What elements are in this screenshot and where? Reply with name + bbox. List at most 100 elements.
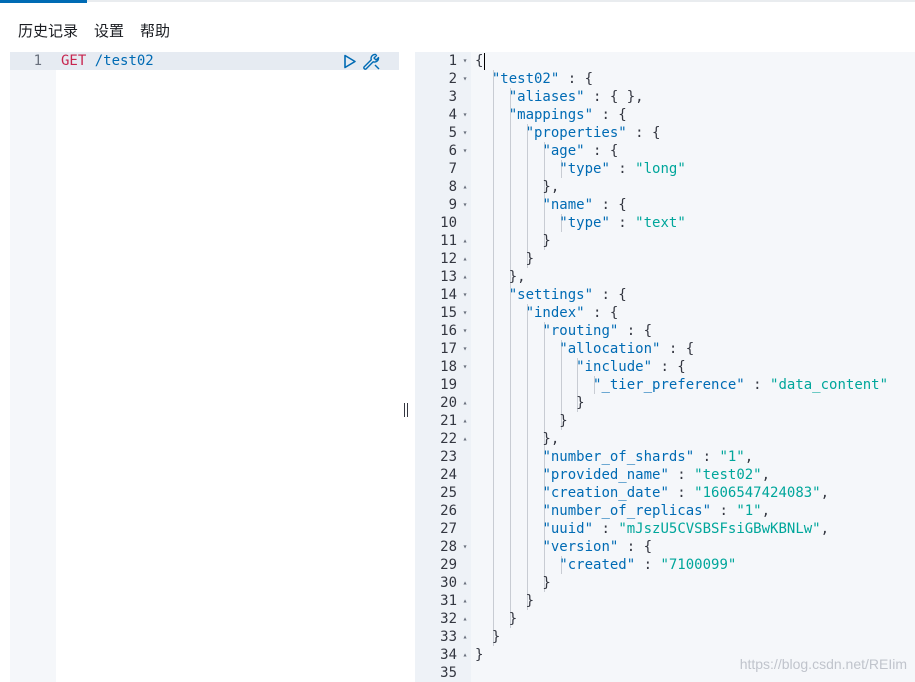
fold-collapse-icon[interactable]: ▾ xyxy=(461,358,469,376)
code-line: "properties" : { xyxy=(525,125,661,141)
line-number: 11 xyxy=(440,233,457,249)
fold-collapse-icon[interactable]: ▾ xyxy=(461,124,469,142)
code-line: "version" : { xyxy=(542,539,653,555)
menu-history[interactable]: 历史记录 xyxy=(10,18,86,44)
fold-collapse-icon[interactable]: ▾ xyxy=(461,322,469,340)
line-number: 9 xyxy=(448,197,457,213)
code-line: "uuid" : "mJszU5CVSBSFsiGBwKBNLw", xyxy=(542,521,830,537)
line-number: 35 xyxy=(440,665,457,681)
line-number: 33 xyxy=(440,629,457,645)
code-line: }, xyxy=(475,269,526,285)
code-line: "name" : { xyxy=(542,197,627,213)
watermark: https://blog.csdn.net/REIim xyxy=(739,656,907,672)
fold-expand-icon[interactable]: ▴ xyxy=(461,178,469,196)
code-line: } xyxy=(475,611,518,627)
menu-settings[interactable]: 设置 xyxy=(86,18,132,44)
code-line: } xyxy=(475,647,484,663)
fold-collapse-icon[interactable]: ▾ xyxy=(461,106,469,124)
active-tab-indicator xyxy=(0,0,87,3)
code-line: "provided_name" : "test02", xyxy=(542,467,771,483)
line-number: 32 xyxy=(440,611,457,627)
code-line: }, xyxy=(475,179,560,195)
line-number: 21 xyxy=(440,413,457,429)
code-line: "_tier_preference" : "data_content" xyxy=(593,377,889,393)
text-cursor xyxy=(484,53,485,70)
code-line: } xyxy=(475,395,585,411)
fold-expand-icon[interactable]: ▴ xyxy=(461,250,469,268)
code-line: "age" : { xyxy=(542,143,619,159)
request-line-number: 1 xyxy=(33,53,42,69)
line-number: 18 xyxy=(440,359,457,375)
line-number: 2 xyxy=(448,71,457,87)
fold-collapse-icon[interactable]: ▾ xyxy=(461,340,469,358)
wrench-icon[interactable] xyxy=(362,53,381,71)
code-line: { xyxy=(475,53,484,69)
line-number: 29 xyxy=(440,557,457,573)
code-line: "aliases" : { }, xyxy=(508,89,644,105)
fold-expand-icon[interactable]: ▴ xyxy=(461,628,469,646)
fold-expand-icon[interactable]: ▴ xyxy=(461,394,469,412)
code-line: } xyxy=(475,629,501,645)
fold-expand-icon[interactable]: ▴ xyxy=(461,574,469,592)
request-line[interactable]: GET /test02 xyxy=(61,52,154,70)
line-number: 30 xyxy=(440,575,457,591)
line-number: 27 xyxy=(440,521,457,537)
line-number: 16 xyxy=(440,323,457,339)
fold-collapse-icon[interactable]: ▾ xyxy=(461,196,469,214)
code-line: "number_of_shards" : "1", xyxy=(542,449,754,465)
code-line: "type" : "long" xyxy=(559,161,686,177)
line-number: 5 xyxy=(448,125,457,141)
line-number: 3 xyxy=(448,89,457,105)
fold-expand-icon[interactable]: ▴ xyxy=(461,646,469,664)
line-number: 8 xyxy=(448,179,457,195)
line-number: 20 xyxy=(440,395,457,411)
pane-resize-handle[interactable] xyxy=(403,403,411,419)
line-number: 14 xyxy=(440,287,457,303)
fold-expand-icon[interactable]: ▴ xyxy=(461,232,469,250)
code-line: "index" : { xyxy=(525,305,619,321)
code-line: } xyxy=(475,251,535,267)
fold-collapse-icon[interactable]: ▾ xyxy=(461,538,469,556)
play-icon[interactable] xyxy=(343,54,357,69)
line-number: 24 xyxy=(440,467,457,483)
menu-help[interactable]: 帮助 xyxy=(132,18,178,44)
code-line: }, xyxy=(475,431,560,447)
fold-collapse-icon[interactable]: ▾ xyxy=(461,304,469,322)
line-number: 26 xyxy=(440,503,457,519)
line-number: 17 xyxy=(440,341,457,357)
code-line: } xyxy=(475,413,568,429)
line-number: 4 xyxy=(448,107,457,123)
console-menu: 历史记录 设置 帮助 xyxy=(10,18,178,44)
request-editor[interactable]: 1 GET /test02 xyxy=(10,52,399,682)
request-path: /test02 xyxy=(94,53,154,69)
fold-collapse-icon[interactable]: ▾ xyxy=(461,70,469,88)
line-number: 7 xyxy=(448,161,457,177)
code-line: "test02" : { xyxy=(491,71,594,87)
line-number: 19 xyxy=(440,377,457,393)
line-number: 31 xyxy=(440,593,457,609)
top-border xyxy=(0,0,915,3)
line-number: 13 xyxy=(440,269,457,285)
code-line: "created" : "7100099" xyxy=(559,557,737,573)
fold-expand-icon[interactable]: ▴ xyxy=(461,430,469,448)
code-line: } xyxy=(475,233,551,249)
line-number: 28 xyxy=(440,539,457,555)
fold-expand-icon[interactable]: ▴ xyxy=(461,268,469,286)
line-number: 1 xyxy=(448,53,457,69)
code-line: "mappings" : { xyxy=(508,107,627,123)
fold-collapse-icon[interactable]: ▾ xyxy=(461,142,469,160)
fold-collapse-icon[interactable]: ▾ xyxy=(461,286,469,304)
request-gutter xyxy=(10,52,56,682)
code-line: "type" : "text" xyxy=(559,215,686,231)
request-method: GET xyxy=(61,53,87,69)
code-line: } xyxy=(475,593,535,609)
fold-expand-icon[interactable]: ▴ xyxy=(461,412,469,430)
response-viewer[interactable]: 1 ▾{2 ▾ "test02" : {3 "aliases" : { }, 4 ▾ "… xyxy=(415,52,915,682)
line-number: 10 xyxy=(440,215,457,231)
fold-expand-icon[interactable]: ▴ xyxy=(461,610,469,628)
fold-expand-icon[interactable]: ▴ xyxy=(461,592,469,610)
line-number: 6 xyxy=(448,143,457,159)
fold-collapse-icon[interactable]: ▾ xyxy=(461,52,469,70)
line-number: 25 xyxy=(440,485,457,501)
line-number: 12 xyxy=(440,251,457,267)
